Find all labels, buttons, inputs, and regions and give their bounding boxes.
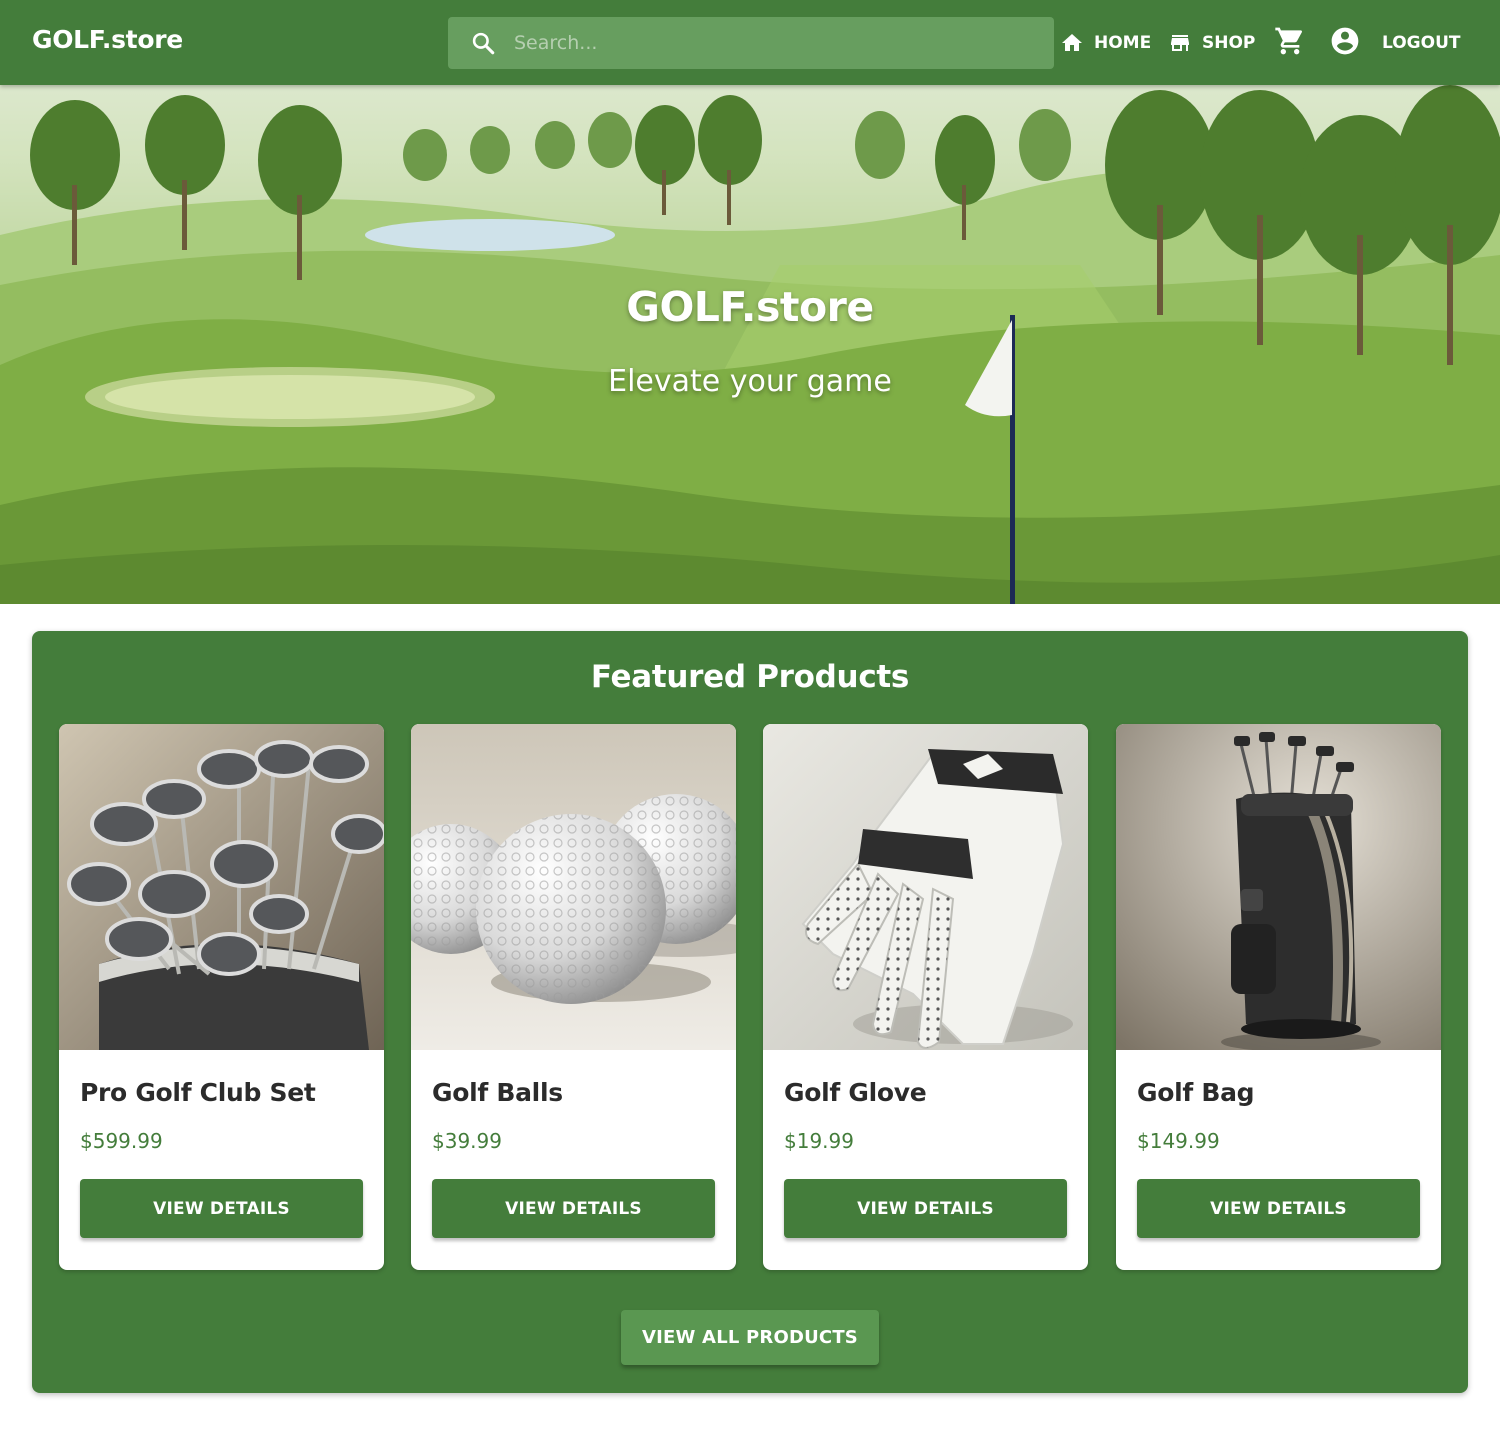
top-app-bar: GOLF.store HOME SHOP LOGOUT: [0, 0, 1500, 85]
product-image[interactable]: [411, 724, 736, 1050]
product-name: Pro Golf Club Set: [80, 1078, 316, 1107]
golf-glove-image: [763, 724, 1088, 1050]
search-box[interactable]: [448, 17, 1054, 69]
account-circle-icon: [1331, 27, 1359, 55]
product-card[interactable]: Pro Golf Club Set $599.99 VIEW DETAILS: [59, 724, 384, 1270]
hero-title: GOLF.store: [626, 283, 874, 331]
nav-shop-label: SHOP: [1202, 33, 1256, 53]
product-card[interactable]: Golf Glove $19.99 VIEW DETAILS: [763, 724, 1088, 1270]
view-details-button[interactable]: VIEW DETAILS: [1137, 1179, 1420, 1238]
product-price: $19.99: [784, 1129, 854, 1153]
golf-course-image: [0, 85, 1500, 604]
view-details-button[interactable]: VIEW DETAILS: [432, 1179, 715, 1238]
product-card[interactable]: Golf Balls $39.99 VIEW DETAILS: [411, 724, 736, 1270]
logout-button[interactable]: LOGOUT: [1382, 28, 1460, 58]
golf-balls-image: [411, 724, 736, 1050]
home-icon: [1062, 34, 1082, 51]
golf-clubs-image: [59, 724, 384, 1050]
cart-icon: [1275, 27, 1303, 55]
section-title: Featured Products: [590, 659, 910, 695]
golf-bag-image: [1116, 724, 1441, 1050]
product-name: Golf Balls: [432, 1078, 563, 1107]
product-price: $149.99: [1137, 1129, 1220, 1153]
store-icon: [1171, 35, 1189, 51]
account-button[interactable]: [1329, 26, 1361, 56]
nav-home[interactable]: HOME: [1060, 28, 1151, 58]
view-details-button[interactable]: VIEW DETAILS: [80, 1179, 363, 1238]
search-input[interactable]: [512, 17, 1042, 69]
hero-subtitle: Elevate your game: [608, 364, 892, 399]
cart-button[interactable]: [1274, 26, 1306, 56]
product-price: $39.99: [432, 1129, 502, 1153]
product-name: Golf Bag: [1137, 1078, 1255, 1107]
product-image[interactable]: [59, 724, 384, 1050]
product-card[interactable]: Golf Bag $149.99 VIEW DETAILS: [1116, 724, 1441, 1270]
search-icon: [472, 32, 495, 55]
nav-home-label: HOME: [1094, 33, 1152, 53]
view-details-button[interactable]: VIEW DETAILS: [784, 1179, 1067, 1238]
product-image[interactable]: [1116, 724, 1441, 1050]
logout-label: LOGOUT: [1382, 33, 1461, 53]
product-image[interactable]: [763, 724, 1088, 1050]
product-name: Golf Glove: [784, 1078, 927, 1107]
nav-shop[interactable]: SHOP: [1168, 28, 1255, 58]
site-logo[interactable]: GOLF.store: [32, 25, 183, 54]
product-price: $599.99: [80, 1129, 163, 1153]
view-all-products-button[interactable]: VIEW ALL PRODUCTS: [621, 1310, 879, 1365]
featured-products-section: Featured Products Pro Golf Club Set $599…: [32, 631, 1468, 1393]
hero-banner: GOLF.store Elevate your game: [0, 85, 1500, 604]
